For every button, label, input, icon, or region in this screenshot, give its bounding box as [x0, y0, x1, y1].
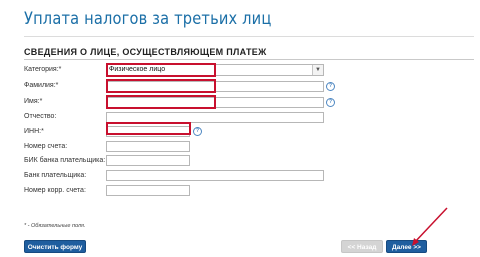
annotation-arrow-icon [412, 207, 448, 246]
